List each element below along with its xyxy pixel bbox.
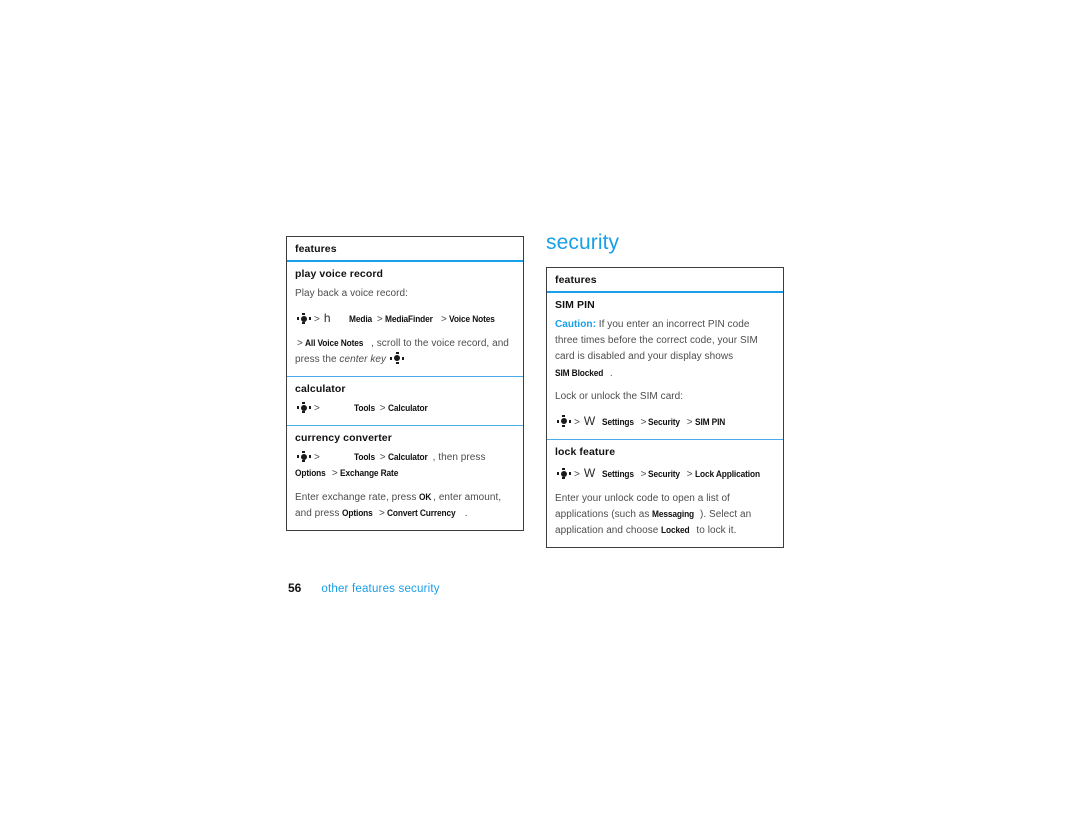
feature-paragraph: > Tools > Calculator, then press Options > Ex… [295,450,515,482]
table-row: calculator > Tools > Calculator [287,377,523,427]
menu-item-label: OK [419,491,432,503]
menu-item-label: Settings [602,469,635,481]
table-row: lock feature > W Settings > Security > Lock App… [547,440,783,547]
feature-title: calculator [295,383,346,395]
feature-paragraph: Enter exchange rate, press OK, enter amo… [295,490,515,522]
menu-item-label: Tools [353,403,375,414]
menu-item-label: Tools [353,452,375,464]
menu-item-label: Media [348,314,372,326]
center-key-icon [556,415,571,427]
path-separator: > [379,403,386,414]
center-key-icon [556,467,571,480]
footer-page-number: 56 [288,581,302,595]
table-header-features: features [287,237,523,262]
menu-item-label: All Voice Notes [304,337,364,349]
menu-glyph-icon: h [323,311,331,326]
table-row: play voice record Play back a voice recor… [287,262,523,377]
feature-paragraph: Lock or unlock the SIM card: [555,390,684,402]
menu-item-label: Options [342,507,373,519]
features-table-other: features play voice record Play back a vo… [286,236,524,531]
menu-item-label: Settings [602,416,635,428]
center-key-icon [296,312,311,325]
menu-glyph-icon: W [583,413,596,428]
path-separator: > [297,337,303,349]
feature-paragraph: Play back a voice record: [295,288,408,299]
path-separator: > [379,452,386,464]
path-separator: > [376,314,383,326]
body-text: . [464,507,468,519]
menu-item-label: Messaging [652,509,695,520]
body-text: , then press [432,452,486,464]
path-separator: > [686,469,693,481]
menu-item-label: Locked [661,525,690,537]
menu-item-label: Convert Currency [386,507,456,519]
caution-label: Caution: [555,319,596,330]
breadcrumb: other features security [321,583,440,595]
feature-title: SIM PIN [555,299,595,311]
feature-paragraph: > W Settings > Security > Lock Application [555,464,775,483]
feature-paragraph: Enter your unlock code to open a list of… [555,491,775,540]
path-separator: > [640,416,647,428]
menu-item-label: Lock Application [694,469,760,481]
path-separator: > [574,416,580,428]
table-body-right: SIM PIN Caution: If you enter an incorrec… [547,293,783,547]
center-key-icon [390,352,405,364]
table-row: SIM PIN Caution: If you enter an incorrec… [547,293,783,441]
path-separator: > [314,452,320,464]
table-header-features: features [547,268,783,293]
path-separator: > [640,469,647,481]
right-column: security features SIM PIN Caution: If you… [546,231,784,549]
path-separator: > [314,403,320,414]
table-body-left: play voice record Play back a voice recor… [287,262,523,530]
feature-paragraph: Caution: If you enter an incorrect PIN c… [555,317,775,382]
body-text: . [609,367,613,379]
body-text: to lock it. [693,525,737,537]
feature-paragraph: > h Media > MediaFinder > Voice Notes [295,309,515,328]
emphasis-text: center key [339,353,387,365]
table-row: currency converter > Tools > Calculator, the… [287,426,523,530]
menu-item-label: Calculator [387,403,428,414]
path-separator: > [331,468,338,480]
menu-item-label: Exchange Rate [339,468,398,480]
path-separator: > [686,416,693,428]
menu-item-label: Security [648,416,681,428]
menu-item-label: Options [295,468,326,480]
feature-title: lock feature [555,446,616,459]
menu-item-label: Calculator [387,452,428,464]
feature-paragraph: > W Settings > Security > SIM PIN [555,412,775,431]
page-footer: 56 other features security [288,581,440,595]
path-separator: > [379,507,385,519]
center-key-icon [296,401,311,413]
left-column: features play voice record Play back a vo… [286,236,524,531]
menu-glyph-icon: W [583,466,596,481]
menu-item-label: Security [648,469,681,481]
path-separator: > [574,469,580,481]
menu-item-label: MediaFinder [384,314,433,326]
feature-title: currency converter [295,432,392,445]
menu-item-label: SIM PIN [694,416,725,428]
feature-title: play voice record [295,268,384,280]
body-text: Enter exchange rate, press [295,491,420,503]
feature-paragraph: > All Voice Notes, scroll to the voice re… [295,336,515,368]
features-table-security: features SIM PIN Caution: If you enter an… [546,267,784,549]
center-key-icon [296,450,311,463]
manual-page: features play voice record Play back a vo… [0,0,1080,834]
path-separator: > [314,314,320,326]
path-separator: > [441,314,447,326]
feature-paragraph: > Tools > Calculator [295,401,515,417]
page-title-security: security [546,231,620,254]
menu-item-label: SIM Blocked [555,367,604,379]
menu-item-label: Voice Notes [448,314,495,326]
